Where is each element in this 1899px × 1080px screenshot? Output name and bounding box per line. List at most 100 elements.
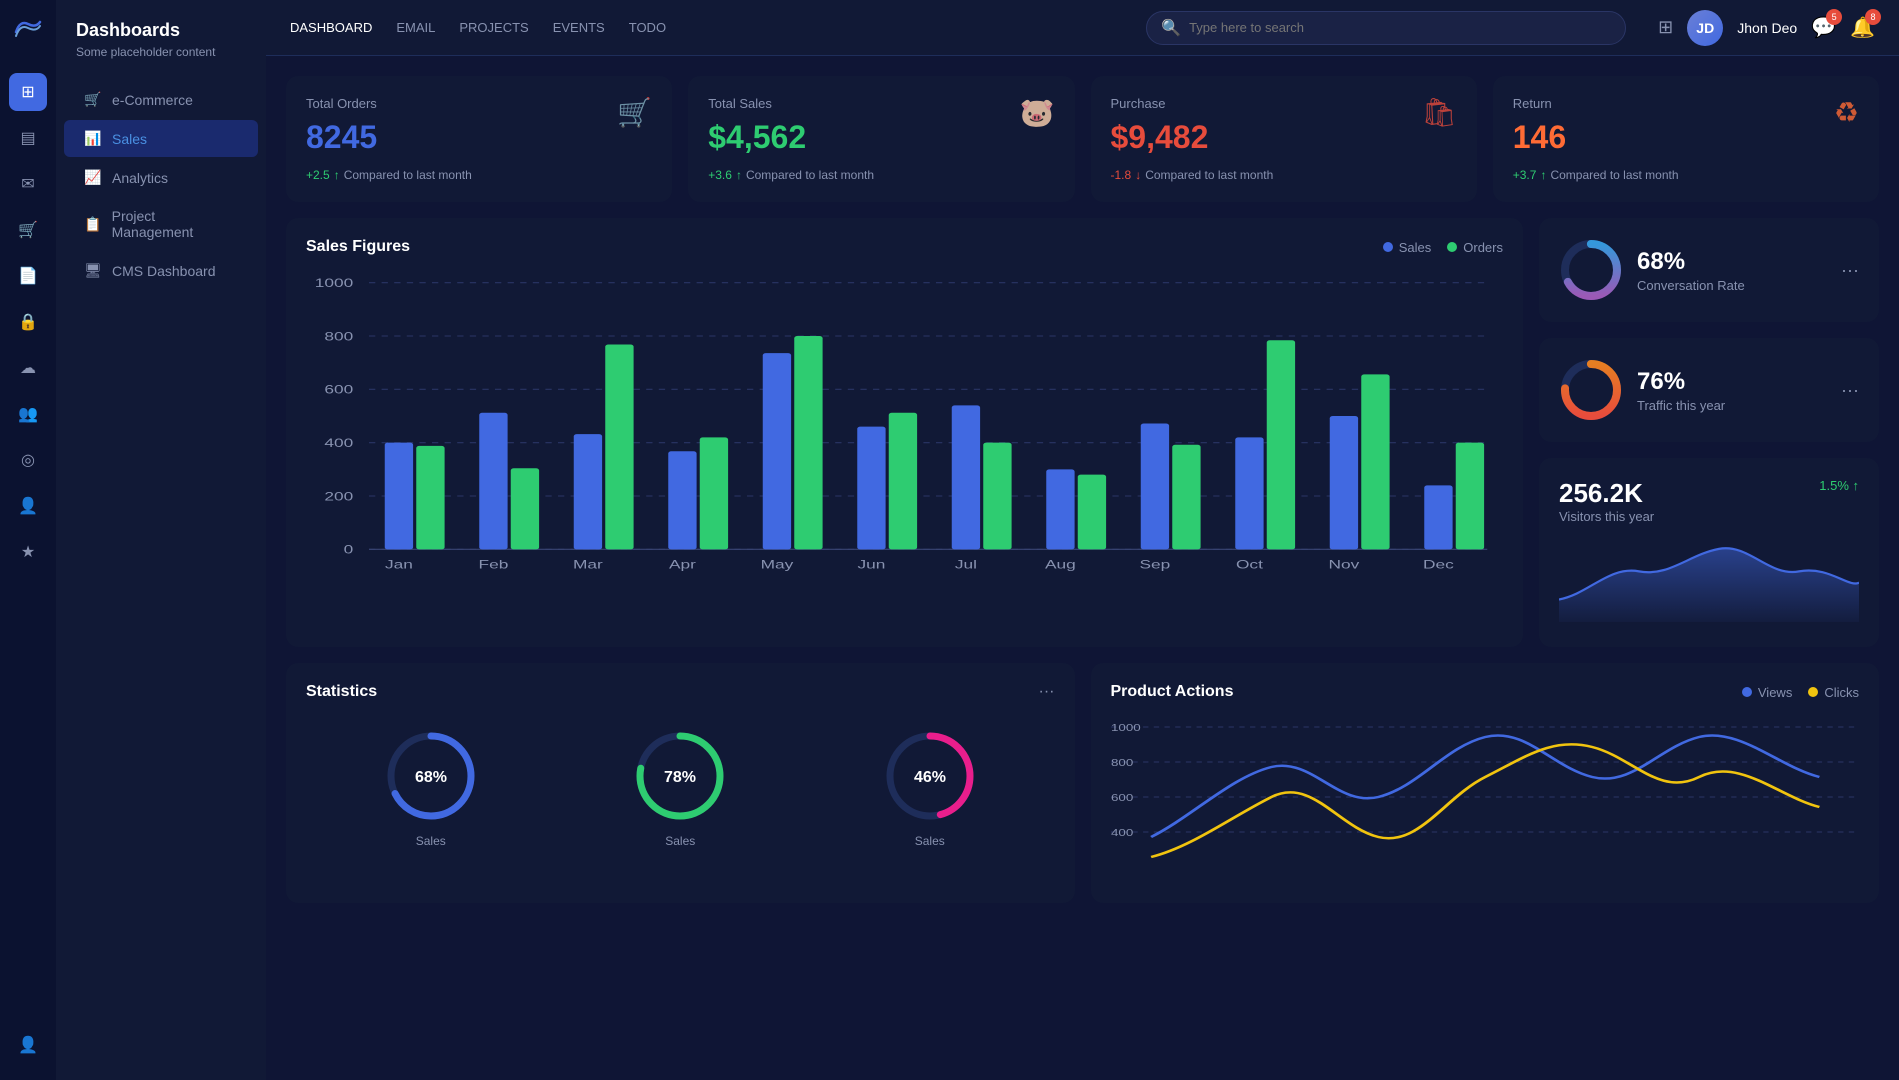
visitors-label: Visitors this year bbox=[1559, 509, 1654, 524]
metric-info: 76% Traffic this year bbox=[1559, 358, 1725, 422]
change-value: +3.6 bbox=[708, 168, 732, 182]
legend-orders-label: Orders bbox=[1463, 240, 1503, 255]
search-bar[interactable]: 🔍 bbox=[1146, 11, 1626, 45]
chart-header: Sales Figures Sales Orders bbox=[306, 238, 1503, 256]
svg-text:200: 200 bbox=[324, 491, 353, 504]
sidebar-item-sales[interactable]: 📊 Sales bbox=[64, 120, 258, 157]
sales-icon: 📊 bbox=[84, 130, 102, 147]
metric-text: 76% Traffic this year bbox=[1637, 368, 1725, 413]
svg-text:Dec: Dec bbox=[1423, 559, 1454, 572]
legend-views-label: Views bbox=[1758, 685, 1792, 700]
sidebar-users-icon[interactable]: 👥 bbox=[9, 395, 47, 433]
sidebar-item-cms[interactable]: 🖥 CMS Dashboard bbox=[64, 252, 258, 289]
card-value: 146 bbox=[1513, 119, 1859, 156]
svg-text:Nov: Nov bbox=[1329, 559, 1360, 572]
nav-link-todo[interactable]: TODO bbox=[629, 20, 666, 35]
metric-value: 76% bbox=[1637, 368, 1725, 396]
search-input[interactable] bbox=[1189, 20, 1611, 35]
svg-text:Feb: Feb bbox=[479, 559, 509, 572]
sales-chart-panel: Sales Figures Sales Orders bbox=[286, 218, 1523, 647]
svg-text:600: 600 bbox=[1111, 792, 1134, 804]
sidebar-star-icon[interactable]: ★ bbox=[9, 533, 47, 571]
sidebar-document-icon[interactable]: 📄 bbox=[9, 257, 47, 295]
svg-text:Jan: Jan bbox=[385, 559, 413, 572]
card-icon: 🐷 bbox=[1020, 96, 1055, 129]
stat-circle-sales-3: 46% Sales bbox=[880, 726, 980, 848]
sidebar-item-project-management[interactable]: 📋 Project Management bbox=[64, 198, 258, 250]
visitors-top: 256.2K Visitors this year 1.5% ↑ bbox=[1559, 478, 1859, 524]
svg-text:Mar: Mar bbox=[573, 559, 603, 572]
svg-text:Jun: Jun bbox=[857, 559, 885, 572]
compare-text: Compared to last month bbox=[1550, 168, 1678, 182]
sidebar-mail-icon[interactable]: ✉ bbox=[9, 165, 47, 203]
stats-more-button[interactable]: ··· bbox=[1039, 683, 1055, 701]
apps-grid-icon[interactable]: ⊞ bbox=[1658, 17, 1673, 38]
icon-sidebar: ⊞ ▤ ✉ 🛒 📄 🔒 ☁ 👥 ◎ 👤 ★ 👤 bbox=[0, 0, 56, 1080]
metric-header: 76% Traffic this year ··· bbox=[1559, 358, 1859, 422]
sidebar-circle-icon[interactable]: ◎ bbox=[9, 441, 47, 479]
search-icon: 🔍 bbox=[1161, 18, 1181, 38]
metric-more-button[interactable]: ··· bbox=[1841, 260, 1859, 281]
cms-icon: 🖥 bbox=[84, 262, 102, 279]
sidebar-cart-icon[interactable]: 🛒 bbox=[9, 211, 47, 249]
avatar: JD bbox=[1687, 10, 1723, 46]
card-title: Return bbox=[1513, 96, 1859, 111]
card-title: Purchase bbox=[1111, 96, 1457, 111]
notifications-button[interactable]: 🔔 8 bbox=[1850, 15, 1875, 40]
legend-orders: Orders bbox=[1447, 240, 1503, 255]
metric-more-button[interactable]: ··· bbox=[1841, 380, 1859, 401]
svg-text:May: May bbox=[761, 559, 794, 572]
project-icon: 📋 bbox=[84, 216, 102, 233]
product-actions-legend: Views Clicks bbox=[1742, 685, 1859, 700]
svg-text:78%: 78% bbox=[664, 769, 696, 786]
stat-card-total-sales: Total Sales $4,562 +3.6 ↑ Compared to la… bbox=[688, 76, 1074, 202]
visitors-info: 256.2K Visitors this year bbox=[1559, 478, 1654, 524]
metric-text: 68% Conversation Rate bbox=[1637, 248, 1745, 293]
stat-circle-sales-1: 68% Sales bbox=[381, 726, 481, 848]
stat-card-return: Return 146 +3.7 ↑ Compared to last month… bbox=[1493, 76, 1879, 202]
nav-link-events[interactable]: EVENTS bbox=[553, 20, 605, 35]
visitors-card: 256.2K Visitors this year 1.5% ↑ bbox=[1539, 458, 1879, 647]
middle-section: Sales Figures Sales Orders bbox=[286, 218, 1879, 647]
svg-text:46%: 46% bbox=[914, 769, 946, 786]
sidebar-person-icon[interactable]: 👤 bbox=[9, 487, 47, 525]
main-wrapper: DASHBOARD EMAIL PROJECTS EVENTS TODO 🔍 ⊞… bbox=[266, 0, 1899, 1080]
svg-text:Sep: Sep bbox=[1140, 559, 1171, 572]
sidebar-lock-icon[interactable]: 🔒 bbox=[9, 303, 47, 341]
nav-header: Dashboards Some placeholder content bbox=[56, 20, 266, 79]
sidebar-cloud-icon[interactable]: ☁ bbox=[9, 349, 47, 387]
nav-link-dashboard[interactable]: DASHBOARD bbox=[290, 20, 372, 35]
card-compare: -1.8 ↓ Compared to last month bbox=[1111, 168, 1457, 182]
bottom-section: Statistics ··· 68% Sales bbox=[286, 663, 1879, 903]
nav-subtitle: Some placeholder content bbox=[76, 45, 246, 59]
metric-header: 68% Conversation Rate ··· bbox=[1559, 238, 1859, 302]
nav-link-projects[interactable]: PROJECTS bbox=[459, 20, 528, 35]
sidebar-item-analytics[interactable]: 📈 Analytics bbox=[64, 159, 258, 196]
stat-circle-svg-2: 78% bbox=[630, 726, 730, 826]
svg-text:400: 400 bbox=[1111, 827, 1134, 839]
card-title: Total Sales bbox=[708, 96, 1054, 111]
stats-header: Statistics ··· bbox=[306, 683, 1055, 701]
stat-circle-svg-3: 46% bbox=[880, 726, 980, 826]
change-value: -1.8 bbox=[1111, 168, 1132, 182]
sidebar-item-ecommerce[interactable]: 🛒 e-Commerce bbox=[64, 81, 258, 118]
metric-value: 68% bbox=[1637, 248, 1745, 276]
top-navigation: DASHBOARD EMAIL PROJECTS EVENTS TODO 🔍 ⊞… bbox=[266, 0, 1899, 56]
product-actions-chart: 1000 800 600 400 bbox=[1111, 717, 1860, 877]
sales-dot bbox=[1383, 242, 1393, 252]
compare-text: Compared to last month bbox=[344, 168, 472, 182]
product-actions-title: Product Actions bbox=[1111, 683, 1234, 701]
left-navigation: Dashboards Some placeholder content 🛒 e-… bbox=[56, 0, 266, 1080]
change-value: +2.5 bbox=[306, 168, 330, 182]
notifications-badge: 8 bbox=[1865, 9, 1881, 25]
messages-button[interactable]: 💬 5 bbox=[1811, 15, 1836, 40]
sidebar-home-icon[interactable]: ⊞ bbox=[9, 73, 47, 111]
metric-label: Conversation Rate bbox=[1637, 278, 1745, 293]
analytics-icon: 📈 bbox=[84, 169, 102, 186]
ecommerce-icon: 🛒 bbox=[84, 91, 102, 108]
chart-title: Sales Figures bbox=[306, 238, 410, 256]
bar-chart: 1000 800 600 400 200 0 bbox=[306, 272, 1503, 592]
sidebar-grid-icon[interactable]: ▤ bbox=[9, 119, 47, 157]
sidebar-bottom-user-icon[interactable]: 👤 bbox=[9, 1026, 47, 1064]
nav-link-email[interactable]: EMAIL bbox=[396, 20, 435, 35]
